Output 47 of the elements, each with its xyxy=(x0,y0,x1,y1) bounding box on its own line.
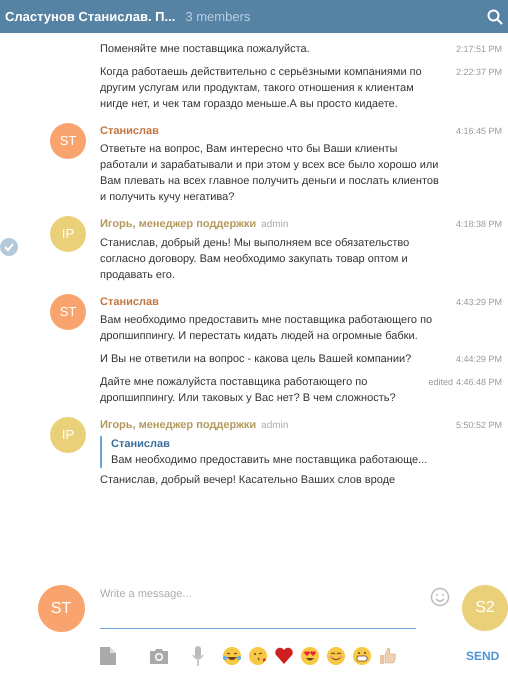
admin-label: admin xyxy=(261,419,288,433)
send-button[interactable]: SEND xyxy=(466,647,500,665)
admin-label: admin xyxy=(261,218,288,232)
camera-icon[interactable] xyxy=(150,648,168,664)
avatar: ST xyxy=(38,585,84,632)
message-text: Вам необходимо предоставить мне поставщика работающего по дропшиппингу. И перестать кидать людей на огромные бабки. xyxy=(100,313,434,344)
author-name[interactable]: Станислав xyxy=(100,123,159,139)
avatar: S2 xyxy=(462,585,508,631)
heart-icon[interactable] xyxy=(274,646,294,666)
laughing-tears-icon[interactable] xyxy=(222,646,242,666)
smiling-face-icon[interactable] xyxy=(326,646,346,666)
thumbs-up-icon[interactable] xyxy=(378,646,398,666)
member-count: 3 members xyxy=(185,8,250,26)
message-input[interactable]: Write a message... xyxy=(100,583,416,629)
message-text: Дайте мне пожалуйста поставщика работающего по дропшиппингу. Или таковых у Вас нет? В чем сложность? xyxy=(100,375,397,406)
message-time: 4:43:29 PM xyxy=(456,296,502,309)
reply-text: Вам необходимо предоставить мне поставщика работающе... xyxy=(111,453,428,468)
message-time: 2:22:37 PM xyxy=(456,66,502,79)
message-text: Когда работаешь действительно с серьёзными компаниями по другим услугам или продуктам, такого отношения к клиентам нигде нет, и чек там гораздо меньше.А вы просто кидаете. xyxy=(100,65,423,112)
chat-title: Сластунов Станислав. П... xyxy=(5,8,176,26)
avatar: IP xyxy=(50,216,86,252)
grimacing-face-icon[interactable] xyxy=(352,646,372,666)
avatar: ST xyxy=(50,123,86,159)
author-name[interactable]: Игорь, менеджер поддержки xyxy=(100,216,256,232)
message-time: 2:17:51 PM xyxy=(456,43,502,56)
avatar: ST xyxy=(50,294,86,330)
edited-label: edited xyxy=(428,376,453,389)
message-text: Поменяйте мне поставщика пожалуйста. xyxy=(100,42,311,57)
reply-quote[interactable]: Станислав Вам необходимо предоставить мне поставщика работающе... xyxy=(100,436,440,468)
author-name[interactable]: Игорь, менеджер поддержки xyxy=(100,417,256,433)
heart-eyes-icon[interactable] xyxy=(300,646,320,666)
message-time: 4:44:29 PM xyxy=(456,353,502,366)
message-time: 4:16:45 PM xyxy=(456,125,502,138)
document-icon[interactable] xyxy=(100,647,116,665)
message-time: 4:18:38 PM xyxy=(456,218,502,231)
message-time: 5:50:52 PM xyxy=(456,419,502,432)
message-time: 4:46:48 PM xyxy=(456,376,502,389)
avatar: IP xyxy=(50,417,86,453)
reply-author: Станислав xyxy=(111,437,171,452)
kissing-face-icon[interactable] xyxy=(248,646,268,666)
message-text: Станислав, добрый вечер! Касательно Ваших слов вроде xyxy=(100,473,396,488)
message-text: Ответьте на вопрос, Вам интересно что бы Ваши клиенты работали и зарабатывали и при этом у всех все было хорошо или Вам плевать на всех главное получить деньги и послать клиентов и получить кучу негатива? xyxy=(100,142,440,205)
search-icon[interactable] xyxy=(487,8,503,24)
check-icon[interactable] xyxy=(0,238,18,256)
author-name[interactable]: Станислав xyxy=(100,294,159,310)
message-text: И Вы не ответили на вопрос - какова цель Вашей компании? xyxy=(100,352,412,367)
message-text: Станислав, добрый день! Мы выполняем все обязательство согласно договору. Вам необходимо закупать товар оптом и продавать его. xyxy=(100,236,410,283)
